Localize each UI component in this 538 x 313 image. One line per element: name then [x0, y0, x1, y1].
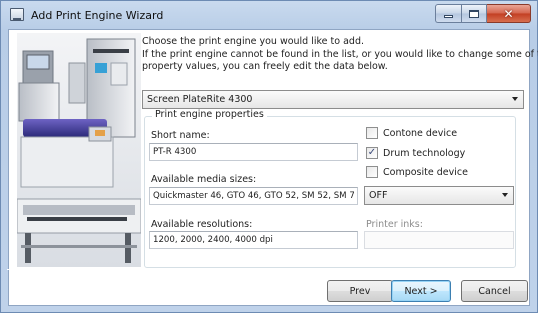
maximize-icon [469, 9, 479, 18]
drum-technology-label: Drum technology [383, 147, 466, 159]
resolutions-input[interactable] [150, 232, 357, 248]
properties-group-title: Print engine properties [152, 109, 267, 120]
composite-device-checkbox[interactable]: Composite device [366, 166, 468, 178]
intro-line-2: If the print engine cannot be found in t… [142, 48, 538, 60]
short-name-label: Short name: [151, 130, 210, 141]
printer-inks-input [365, 232, 513, 248]
window-title: Add Print Engine Wizard [31, 9, 164, 22]
composite-device-checkbox-box[interactable] [366, 166, 378, 178]
close-icon: ✕ [503, 6, 514, 21]
close-button[interactable]: ✕ [487, 4, 531, 23]
resolutions-field[interactable] [149, 231, 358, 249]
caption-buttons: ✕ [435, 4, 531, 23]
next-button[interactable]: Next > [391, 280, 451, 302]
print-engine-illustration [17, 33, 141, 267]
intro-text: Choose the print engine you would like t… [142, 36, 538, 74]
off-select-value: OFF [369, 190, 388, 201]
title-bar[interactable]: Add Print Engine Wizard ✕ [1, 1, 537, 29]
print-engine-select-value: Screen PlateRite 4300 [147, 94, 253, 105]
media-sizes-label: Available media sizes: [151, 174, 257, 185]
minimize-button[interactable] [435, 4, 461, 23]
media-sizes-field[interactable] [149, 187, 358, 205]
minimize-icon [444, 15, 453, 18]
print-engine-illustration-graphic [17, 33, 141, 267]
short-name-field[interactable] [149, 143, 358, 161]
prev-button[interactable]: Prev [327, 280, 393, 302]
chevron-down-icon [502, 193, 508, 197]
resolutions-label: Available resolutions: [151, 219, 253, 230]
drum-technology-checkbox-box[interactable]: ✓ [366, 147, 378, 159]
chevron-down-icon [512, 97, 518, 101]
wizard-app-icon [10, 8, 24, 21]
cancel-button[interactable]: Cancel [461, 280, 528, 302]
drum-technology-checkbox[interactable]: ✓ Drum technology [366, 147, 465, 159]
off-select[interactable]: OFF [364, 186, 514, 205]
intro-line-3: property values, you can freely edit the… [142, 61, 388, 72]
contone-device-label: Contone device [383, 127, 458, 139]
print-engine-select[interactable]: Screen PlateRite 4300 [142, 90, 524, 109]
printer-inks-field [364, 231, 514, 249]
printer-inks-label: Printer inks: [366, 219, 423, 230]
maximize-button[interactable] [461, 4, 487, 23]
media-sizes-input[interactable] [150, 188, 357, 204]
contone-device-checkbox[interactable]: Contone device [366, 127, 457, 139]
short-name-input[interactable] [150, 144, 357, 160]
contone-device-checkbox-box[interactable] [366, 127, 378, 139]
footer-separator [7, 269, 529, 270]
intro-line-1: Choose the print engine you would like t… [142, 36, 364, 47]
composite-device-label: Composite device [383, 166, 468, 178]
checkmark-icon: ✓ [367, 147, 377, 158]
